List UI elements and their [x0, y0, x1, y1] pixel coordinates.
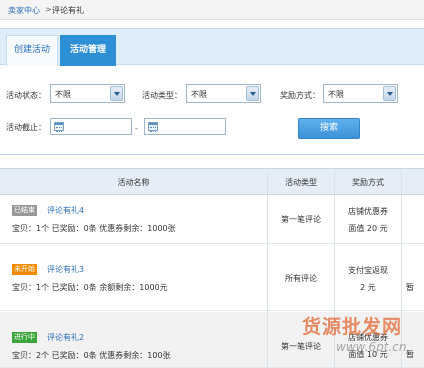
end-date-input[interactable] [144, 118, 226, 135]
reward-method: 店铺优惠券 [348, 207, 388, 216]
status-badge: 未开始 [12, 264, 37, 275]
type-filter-label: 活动类型： [142, 91, 182, 100]
breadcrumb-current: 评论有礼 [52, 6, 84, 15]
activity-meta: 宝贝：1个 已奖励：0条 优惠券剩余：1000张 [12, 224, 176, 233]
type-select[interactable]: 不限 [186, 84, 261, 103]
tab-bar: 创建活动 活动管理 [0, 28, 424, 66]
activity-meta: 宝贝：1个 已奖励：0条 余额剩余：1000元 [12, 283, 168, 292]
start-date-input[interactable] [50, 118, 132, 135]
breadcrumb-home-link[interactable]: 卖家中心 [8, 5, 40, 16]
column-divider [267, 168, 268, 368]
type-select-value: 不限 [191, 90, 207, 99]
activity-type: 第一笔评论 [281, 215, 321, 224]
status-select-value: 不限 [55, 90, 71, 99]
watermark-text: 货源批发网 [302, 316, 403, 338]
activity-type: 所有评论 [285, 274, 317, 283]
chevron-down-icon[interactable] [110, 86, 123, 101]
activity-type: 第一笔评论 [281, 342, 321, 351]
date-range-separator: - [135, 124, 138, 133]
activity-name-link[interactable]: 评论有礼2 [47, 332, 84, 343]
deadline-filter-label: 活动截止： [6, 123, 46, 132]
reward-amount: 2 元 [360, 283, 376, 292]
reward-method: 支付宝返现 [348, 266, 388, 275]
status-select[interactable]: 不限 [50, 84, 125, 103]
column-header-name: 活动名称 [117, 178, 150, 187]
column-header-type: 活动类型 [285, 178, 317, 187]
breadcrumb-separator: > [45, 5, 52, 14]
chevron-down-icon[interactable] [246, 86, 259, 101]
truncated-cell: 暂 [406, 350, 414, 359]
activity-name-link[interactable]: 评论有礼4 [47, 205, 84, 216]
chevron-down-icon[interactable] [383, 86, 396, 101]
status-badge: 已结束 [12, 205, 37, 216]
reward-select-value: 不限 [328, 90, 344, 99]
column-header-reward: 奖励方式 [352, 178, 384, 187]
reward-amount: 面值 20 元 [348, 224, 388, 233]
watermark-url: www.6pt.cn [336, 340, 407, 354]
truncated-cell: 暂 [406, 283, 414, 292]
calendar-icon[interactable] [54, 122, 64, 132]
status-filter-label: 活动状态： [6, 91, 46, 100]
tab-create-activity[interactable]: 创建活动 [6, 35, 58, 66]
activity-meta: 宝贝：2个 已奖励：0条 优惠券剩余：100张 [12, 351, 171, 360]
table-row: 未开始 评论有礼3 宝贝：1个 已奖励：0条 余额剩余：1000元 所有评论 支… [0, 245, 424, 311]
calendar-icon[interactable] [148, 122, 158, 132]
reward-filter-label: 奖励方式： [280, 91, 320, 100]
table-header: 活动名称 活动类型 奖励方式 [0, 168, 424, 195]
breadcrumb: 卖家中心 > 评论有礼 [0, 0, 424, 20]
table-row: 已结束 评论有礼4 宝贝：1个 已奖励：0条 优惠券剩余：1000张 第一笔评论… [0, 196, 424, 244]
activity-name-link[interactable]: 评论有礼3 [47, 264, 84, 275]
tab-manage-activity[interactable]: 活动管理 [60, 35, 116, 66]
divider [0, 154, 424, 155]
reward-select[interactable]: 不限 [323, 84, 398, 103]
search-button[interactable]: 搜索 [298, 118, 360, 139]
status-badge: 进行中 [12, 332, 37, 343]
